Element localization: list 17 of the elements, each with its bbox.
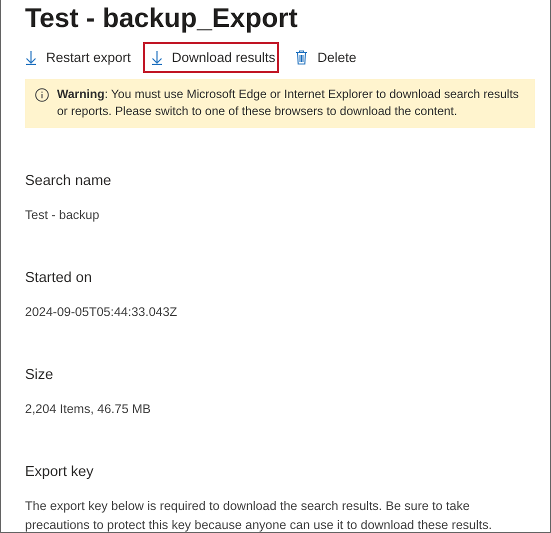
field-label: Export key: [25, 463, 94, 482]
field-value: Test - backup: [25, 207, 100, 224]
field-value: The export key below is required to download the search results. Be sure to take precautions to protect this key because anyone can use it to download these results.: [25, 498, 493, 532]
download-icon: [150, 50, 163, 65]
field-value: 2,204 Items, 46.75 MB: [25, 401, 152, 418]
info-icon: [35, 88, 49, 102]
page-title: Test - backup_Export: [25, 2, 299, 34]
field-label: Size: [25, 366, 54, 385]
toolbar-button[interactable]: Delete: [287, 42, 360, 73]
toolbar-button[interactable]: Restart export: [17, 42, 135, 73]
delete-icon: [295, 50, 308, 65]
field-label: Search name: [25, 172, 112, 191]
toolbar-button[interactable]: Download results: [142, 42, 280, 73]
field-value: 2024-09-05T05:44:33.043Z: [25, 304, 178, 321]
warning-text: Warning: You must use Microsoft Edge or Internet Explorer to download search results or reports. Please switch to one of these browsers to download the content.: [57, 86, 520, 120]
download-icon: [25, 50, 37, 65]
field-label: Started on: [25, 269, 93, 288]
